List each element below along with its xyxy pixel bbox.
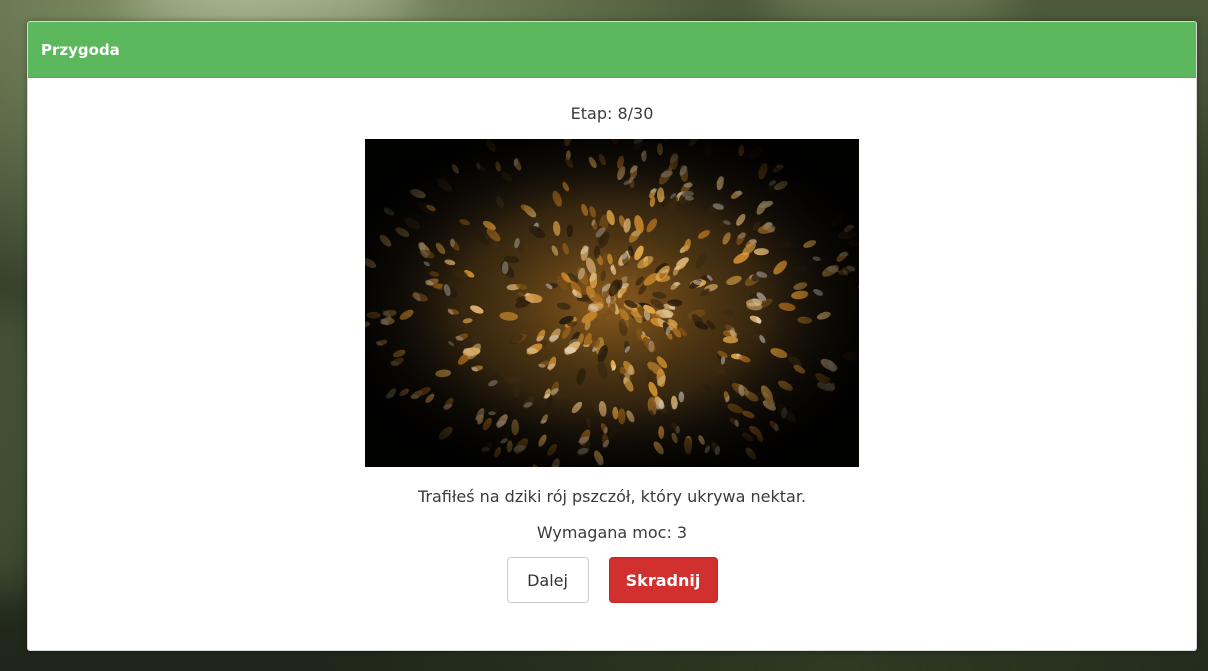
modal-body: Etap: 8/30 Trafiłeś na dziki rój pszczół… [28,104,1196,603]
required-power: Wymagana moc: 3 [536,523,688,542]
adventure-modal: Przygoda Etap: 8/30 Trafiłeś na dziki ró… [27,21,1197,651]
stage-counter: Etap: 8/30 [570,104,654,123]
encounter-description: Trafiłeś na dziki rój pszczół, który ukr… [417,487,807,506]
next-button[interactable]: Dalej [506,557,589,603]
action-buttons: Dalej Skradnij [28,557,1196,603]
bee-swarm-image [365,139,859,467]
sneak-button[interactable]: Skradnij [608,557,718,603]
background-blur [120,0,420,20]
modal-header: Przygoda [28,22,1196,78]
modal-title: Przygoda [41,40,120,59]
background-blur [760,0,1020,18]
